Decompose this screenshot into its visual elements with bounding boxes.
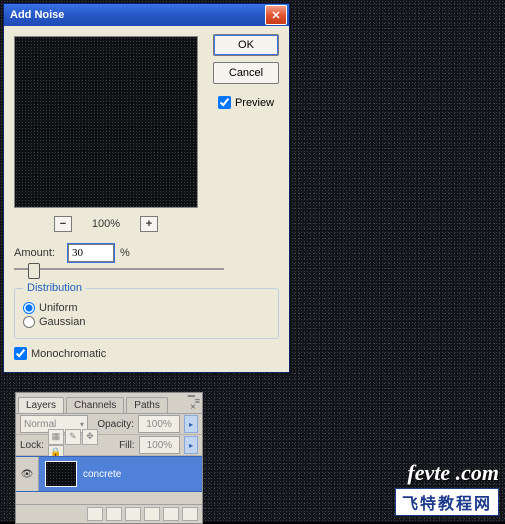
preview-checkbox[interactable]	[218, 96, 231, 109]
lock-transparency-icon[interactable]: ▦	[48, 429, 64, 445]
zoom-out-button[interactable]: −	[54, 216, 72, 232]
lock-label: Lock:	[20, 440, 44, 451]
close-icon[interactable]: ✕	[265, 5, 287, 25]
fill-flyout-icon[interactable]: ▸	[184, 436, 198, 454]
monochromatic-row[interactable]: Monochromatic	[14, 347, 279, 360]
panel-footer	[16, 504, 202, 523]
uniform-label: Uniform	[39, 302, 78, 314]
gaussian-label: Gaussian	[39, 316, 85, 328]
preview-label: Preview	[235, 97, 274, 109]
ok-button[interactable]: OK	[213, 34, 279, 56]
cancel-button[interactable]: Cancel	[213, 62, 279, 84]
dialog-titlebar[interactable]: Add Noise ✕	[4, 4, 289, 26]
monochromatic-label: Monochromatic	[31, 348, 106, 360]
layer-row[interactable]: 👁 concrete	[16, 456, 202, 492]
opacity-flyout-icon[interactable]: ▸	[184, 415, 198, 433]
new-layer-icon[interactable]	[163, 507, 179, 521]
chevron-down-icon: ▾	[80, 420, 84, 429]
preview-checkbox-row[interactable]: Preview	[218, 96, 274, 109]
fill-label: Fill:	[119, 440, 135, 451]
delete-layer-icon[interactable]	[182, 507, 198, 521]
distribution-legend: Distribution	[23, 282, 86, 294]
uniform-radio-row[interactable]: Uniform	[23, 302, 270, 314]
watermark-cn: 飞特教程网	[395, 488, 499, 516]
dialog-title: Add Noise	[10, 9, 265, 21]
layer-name[interactable]: concrete	[83, 469, 121, 480]
watermark: fevte .com 飞特教程网	[395, 460, 499, 516]
tab-channels[interactable]: Channels	[66, 397, 124, 413]
zoom-in-button[interactable]: +	[140, 216, 158, 232]
tab-paths[interactable]: Paths	[126, 397, 168, 413]
lock-move-icon[interactable]: ✥	[82, 429, 98, 445]
layer-style-icon[interactable]	[106, 507, 122, 521]
amount-label: Amount:	[14, 247, 62, 259]
panel-menu-icon[interactable]: ▔≡	[188, 396, 200, 407]
watermark-tld: .com	[456, 460, 499, 485]
layer-thumbnail[interactable]	[45, 461, 77, 487]
tab-layers[interactable]: Layers	[18, 397, 64, 413]
add-noise-dialog: Add Noise ✕ OK Cancel Preview − 100% + A…	[3, 3, 290, 373]
link-layers-icon[interactable]	[87, 507, 103, 521]
opacity-value[interactable]: 100%	[138, 415, 180, 433]
layers-panel: Layers Channels Paths × ▔≡ Normal ▾ Opac…	[15, 392, 203, 524]
new-group-icon[interactable]	[144, 507, 160, 521]
lock-paint-icon[interactable]: ✎	[65, 429, 81, 445]
gaussian-radio[interactable]	[23, 316, 35, 328]
layer-mask-icon[interactable]	[125, 507, 141, 521]
amount-slider[interactable]	[14, 268, 224, 270]
slider-thumb[interactable]	[28, 263, 40, 279]
gaussian-radio-row[interactable]: Gaussian	[23, 316, 270, 328]
monochromatic-checkbox[interactable]	[14, 347, 27, 360]
uniform-radio[interactable]	[23, 302, 35, 314]
noise-preview[interactable]	[14, 36, 198, 208]
watermark-brand: fevte	[407, 460, 450, 485]
blend-mode-value: Normal	[24, 419, 56, 430]
zoom-value: 100%	[86, 218, 126, 230]
document-canvas: Add Noise ✕ OK Cancel Preview − 100% + A…	[0, 0, 505, 522]
amount-input[interactable]	[68, 244, 114, 262]
opacity-label: Opacity:	[97, 419, 134, 430]
distribution-group: Distribution Uniform Gaussian	[14, 282, 279, 339]
fill-value[interactable]: 100%	[139, 436, 181, 454]
visibility-toggle-icon[interactable]: 👁	[16, 457, 39, 491]
amount-unit: %	[120, 247, 130, 259]
